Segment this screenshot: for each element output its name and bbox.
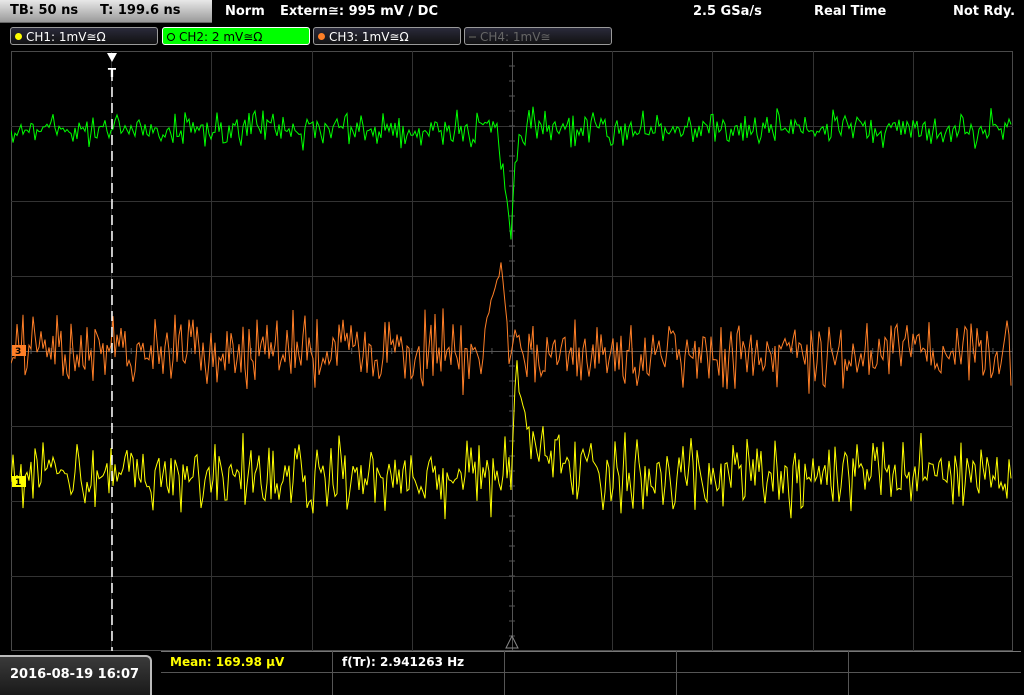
- sample-rate: 2.5 GSa/s: [693, 4, 762, 19]
- channel-1-dot-icon: [15, 33, 22, 40]
- channel-4-dash-icon: [469, 35, 476, 38]
- channel-3-marker-label: 3: [15, 347, 21, 357]
- timebase-label: TB: 50 ns: [10, 3, 79, 18]
- channel-4-label: CH4: 1mV≅: [480, 30, 551, 44]
- channel-1-button[interactable]: CH1: 1mV≅Ω: [10, 27, 158, 45]
- measurement-separator: [848, 651, 849, 695]
- channel-1-marker-label: 1: [15, 478, 21, 488]
- mean-measurement[interactable]: Mean: 169.98 µV: [170, 652, 284, 672]
- channel-3-trace: [11, 262, 1012, 396]
- trigger-mode[interactable]: Norm: [225, 0, 265, 24]
- channel-bar: CH1: 1mV≅Ω CH2: 2 mV≅Ω CH3: 1mV≅Ω CH4: 1…: [0, 25, 1024, 49]
- date-time-label: 2016-08-19 16:07: [10, 667, 140, 682]
- channel-3-label: CH3: 1mV≅Ω: [329, 30, 409, 44]
- trigger-time-marker: T: [108, 66, 117, 80]
- measurement-separator: [676, 651, 677, 695]
- measurement-separator: [332, 651, 333, 695]
- status-bar: TB: 50 ns T: 199.6 ns Norm Extern≅: 995 …: [0, 0, 1024, 24]
- channel-3-dot-icon: [318, 33, 325, 40]
- channel-2-dot-icon: [167, 32, 175, 41]
- waveform-svg: T 3 1: [11, 51, 1013, 651]
- measurement-divider-top: [161, 651, 1021, 652]
- trigger-time-label: T: 199.6 ns: [100, 3, 181, 18]
- run-status: Not Rdy.: [953, 4, 1016, 19]
- channel-3-button[interactable]: CH3: 1mV≅Ω: [313, 27, 461, 45]
- measurement-divider-mid: [161, 672, 1021, 673]
- channel-1-trace: [11, 360, 1012, 520]
- date-time-display: 2016-08-19 16:07: [0, 655, 152, 695]
- channel-2-label: CH2: 2 mV≅Ω: [179, 30, 263, 44]
- timebase-panel[interactable]: TB: 50 ns T: 199.6 ns: [0, 0, 212, 23]
- acquisition-mode: Real Time: [814, 4, 887, 19]
- channel-2-button[interactable]: CH2: 2 mV≅Ω: [162, 27, 310, 45]
- trigger-position-icon[interactable]: [107, 53, 117, 62]
- waveform-display[interactable]: T 3 1: [11, 51, 1013, 651]
- measurement-separator: [504, 651, 505, 695]
- trigger-source[interactable]: Extern≅: 995 mV ∕ DC: [280, 0, 438, 24]
- channel-4-button[interactable]: CH4: 1mV≅: [464, 27, 612, 45]
- channel-1-label: CH1: 1mV≅Ω: [26, 30, 106, 44]
- frequency-measurement[interactable]: f(Tr): 2.941263 Hz: [342, 652, 464, 672]
